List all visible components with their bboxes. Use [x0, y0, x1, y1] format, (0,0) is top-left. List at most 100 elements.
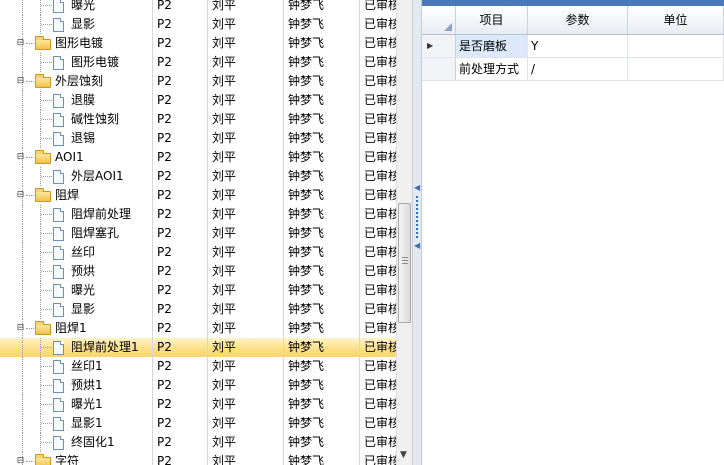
tree-row[interactable]: 阻焊前处理 P2 刘平 钟梦飞 已审核 — [0, 205, 396, 224]
tree-row[interactable]: 显影 P2 刘平 钟梦飞 已审核 — [0, 300, 396, 319]
row-header[interactable] — [422, 58, 456, 80]
tree-row[interactable]: 阻焊塞孔 P2 刘平 钟梦飞 已审核 — [0, 224, 396, 243]
arrow-down-icon[interactable]: ▼ — [400, 450, 407, 460]
tree-row[interactable]: 丝印 P2 刘平 钟梦飞 已审核 — [0, 243, 396, 262]
tree-row[interactable]: 曝光1 P2 刘平 钟梦飞 已审核 — [0, 395, 396, 414]
maker-cell: 刘平 — [212, 283, 237, 297]
document-icon — [53, 246, 64, 260]
scrollbar-thumb[interactable] — [398, 203, 411, 323]
collapse-minus-icon[interactable]: ⊟ — [16, 39, 25, 48]
tree-row[interactable]: 预烘1 P2 刘平 钟梦飞 已审核 — [0, 376, 396, 395]
tree-row[interactable]: 阻焊前处理1 P2 刘平 钟梦飞 已审核 — [0, 338, 396, 357]
tree-connector — [22, 167, 23, 186]
tree-connector — [26, 461, 34, 462]
tree-row[interactable]: ⊟ 图形电镀 P2 刘平 钟梦飞 已审核 — [0, 34, 396, 53]
status-cell: 已审核 — [364, 378, 396, 392]
unit-cell[interactable] — [628, 35, 724, 57]
tree-vertical-scrollbar[interactable]: ▼ — [396, 0, 412, 465]
tree-connector — [41, 176, 52, 177]
maker-cell: 刘平 — [212, 36, 237, 50]
tree-connector — [26, 43, 34, 44]
tree-row[interactable]: 丝印1 P2 刘平 钟梦飞 已审核 — [0, 357, 396, 376]
status-cell: 已审核 — [364, 454, 396, 465]
tree-row[interactable]: 显影 P2 刘平 钟梦飞 已审核 — [0, 15, 396, 34]
tree-row[interactable]: 曝光 P2 刘平 钟梦飞 已审核 — [0, 0, 396, 15]
collapse-minus-icon[interactable]: ⊟ — [16, 191, 25, 200]
tree-row[interactable]: ⊟ 阻焊 P2 刘平 钟梦飞 已审核 — [0, 186, 396, 205]
tree-connector — [26, 157, 34, 158]
tree-row[interactable]: 图形电镀 P2 刘平 钟梦飞 已审核 — [0, 53, 396, 72]
maker-cell: 刘平 — [212, 74, 237, 88]
tree-row[interactable]: 碱性蚀刻 P2 刘平 钟梦飞 已审核 — [0, 110, 396, 129]
tree-connector — [22, 110, 23, 129]
status-cell: 已审核 — [364, 340, 396, 354]
grid-corner-cell[interactable] — [422, 6, 456, 34]
splitter-arrow-icon[interactable]: ◀ — [414, 241, 420, 250]
maker-cell: 刘平 — [212, 112, 237, 126]
tree-row[interactable]: ⊟ 字符 P2 刘平 钟梦飞 已审核 — [0, 452, 396, 465]
column-header-unit[interactable]: 单位 — [628, 6, 724, 34]
maker-cell: 刘平 — [212, 0, 237, 12]
tree-connector — [41, 404, 52, 405]
tree-row[interactable]: 退锡 P2 刘平 钟梦飞 已审核 — [0, 129, 396, 148]
column-header-item[interactable]: 项目 — [456, 6, 528, 34]
collapse-minus-icon[interactable]: ⊟ — [16, 153, 25, 162]
panel-splitter[interactable]: ◀ ◀ — [412, 0, 422, 465]
grid-row[interactable]: 前处理方式 / — [422, 58, 724, 81]
step-name-cell: 曝光 — [0, 0, 152, 15]
item-cell[interactable]: 前处理方式 — [456, 58, 528, 80]
document-icon — [53, 132, 64, 146]
tree-row[interactable]: ⊟ 外层蚀刻 P2 刘平 钟梦飞 已审核 — [0, 72, 396, 91]
column-header-param[interactable]: 参数 — [528, 6, 628, 34]
version-cell: P2 — [157, 207, 172, 221]
status-cell: 已审核 — [364, 321, 396, 335]
tree-row[interactable]: 曝光 P2 刘平 钟梦飞 已审核 — [0, 281, 396, 300]
checker-cell: 钟梦飞 — [288, 188, 325, 202]
tree-row[interactable]: 显影1 P2 刘平 钟梦飞 已审核 — [0, 414, 396, 433]
tree-row[interactable]: 退膜 P2 刘平 钟梦飞 已审核 — [0, 91, 396, 110]
tree-connector — [41, 214, 52, 215]
maker-cell: 刘平 — [212, 378, 237, 392]
checker-cell: 钟梦飞 — [288, 74, 325, 88]
document-icon — [53, 170, 64, 184]
param-cell[interactable]: / — [528, 58, 628, 80]
checker-cell: 钟梦飞 — [288, 36, 325, 50]
grid-row[interactable]: ▶ 是否磨板 Y — [422, 35, 724, 58]
tree-connector — [41, 62, 52, 63]
item-cell[interactable]: 是否磨板 — [456, 35, 528, 57]
version-cell: P2 — [157, 131, 172, 145]
collapse-minus-icon[interactable]: ⊟ — [16, 77, 25, 86]
tree-row[interactable]: 终固化1 P2 刘平 钟梦飞 已审核 — [0, 433, 396, 452]
status-cell: 已审核 — [364, 283, 396, 297]
version-cell: P2 — [157, 245, 172, 259]
collapse-minus-icon[interactable]: ⊟ — [16, 324, 25, 333]
grid-header: 项目 参数 单位 — [422, 6, 724, 35]
tree-row[interactable]: 外层AOI1 P2 刘平 钟梦飞 已审核 — [0, 167, 396, 186]
tree-row[interactable]: ⊟ 阻焊1 P2 刘平 钟梦飞 已审核 — [0, 319, 396, 338]
status-cell: 已审核 — [364, 397, 396, 411]
tree-connector — [41, 252, 52, 253]
tree-row[interactable]: ⊟ AOI1 P2 刘平 钟梦飞 已审核 — [0, 148, 396, 167]
step-name-cell: ⊟ 字符 — [0, 452, 152, 465]
maker-cell: 刘平 — [212, 207, 237, 221]
version-cell: P2 — [157, 188, 172, 202]
collapse-minus-icon[interactable]: ⊟ — [16, 457, 25, 465]
row-header[interactable]: ▶ — [422, 35, 456, 57]
version-cell: P2 — [157, 150, 172, 164]
step-name-cell: 显影 — [0, 300, 152, 319]
version-cell: P2 — [157, 302, 172, 316]
tree-connector — [41, 290, 52, 291]
folder-icon — [35, 74, 51, 88]
step-name-label: 外层AOI1 — [71, 169, 124, 183]
unit-cell[interactable] — [628, 58, 724, 80]
step-name-label: 曝光1 — [71, 397, 103, 411]
step-name-label: 碱性蚀刻 — [71, 112, 120, 126]
step-name-cell: 阻焊前处理1 — [0, 338, 152, 357]
status-cell: 已审核 — [364, 131, 396, 145]
splitter-arrow-icon[interactable]: ◀ — [414, 183, 420, 192]
tree-row[interactable]: 预烘 P2 刘平 钟梦飞 已审核 — [0, 262, 396, 281]
checker-cell: 钟梦飞 — [288, 397, 325, 411]
tree-connector — [22, 243, 23, 262]
param-cell[interactable]: Y — [528, 35, 628, 57]
status-cell: 已审核 — [364, 74, 396, 88]
